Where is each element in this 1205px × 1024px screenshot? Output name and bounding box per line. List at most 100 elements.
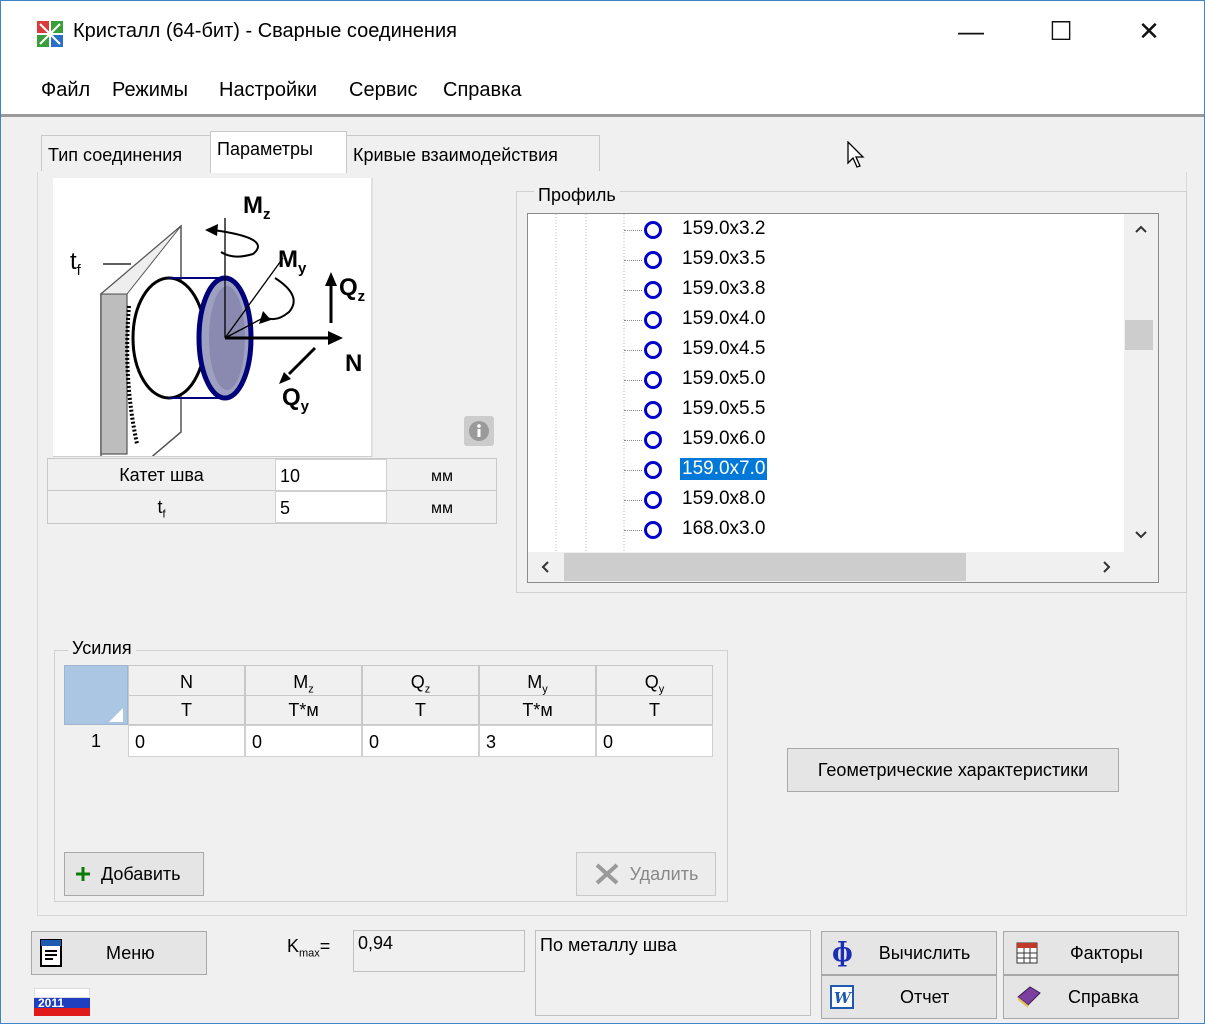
profile-item-label: 159.0x5.0	[682, 368, 766, 389]
help-book-icon	[1017, 986, 1041, 1008]
profile-item[interactable]: 168.0x3.0	[528, 516, 1118, 546]
profile-item[interactable]: 159.0x7.0	[528, 456, 1118, 486]
force-header-name: N	[180, 672, 193, 692]
menu-button[interactable]: Меню	[31, 931, 207, 975]
tree-hscrollbar[interactable]	[528, 552, 1158, 582]
profile-item[interactable]: 159.0x4.5	[528, 336, 1118, 366]
force-value-cell[interactable]: 0	[245, 725, 362, 757]
profile-item[interactable]: 159.0x6.0	[528, 426, 1118, 456]
row-number: 1	[64, 725, 128, 757]
param-value-tf[interactable]: 5	[275, 491, 387, 523]
profile-item[interactable]: 159.0x5.0	[528, 366, 1118, 396]
svg-text:W: W	[834, 989, 853, 1007]
scroll-right-button[interactable]	[1090, 552, 1124, 582]
tube-profile-icon	[644, 491, 662, 509]
maximize-button[interactable]: ☐	[1016, 1, 1106, 61]
profile-item[interactable]: 159.0x3.5	[528, 246, 1118, 276]
qy-label: Qy	[282, 384, 310, 415]
report-button-label: Отчет	[900, 986, 950, 1007]
scroll-up-button[interactable]	[1124, 214, 1158, 244]
help-button[interactable]: Справка	[1003, 975, 1179, 1019]
delete-x-icon	[595, 863, 618, 885]
tube-profile-icon	[644, 401, 662, 419]
tab-interaction-curves[interactable]: Кривые взаимодействия	[346, 135, 600, 171]
menu-help[interactable]: Справка	[443, 79, 521, 102]
plus-icon	[76, 867, 90, 881]
force-header[interactable]: My	[479, 665, 596, 697]
force-unit: Т	[128, 695, 245, 725]
profile-item[interactable]: 159.0x5.5	[528, 396, 1118, 426]
force-header-sub: y	[658, 683, 665, 696]
word-icon: W	[830, 985, 854, 1009]
tab-parameters[interactable]: Параметры	[210, 131, 347, 173]
info-icon	[469, 421, 489, 441]
force-unit: Т	[362, 695, 479, 725]
year-badge: 2011	[34, 988, 90, 1016]
info-button[interactable]	[464, 416, 494, 446]
chevron-right-icon	[1103, 561, 1111, 573]
profile-item-label: 159.0x8.0	[682, 488, 766, 509]
profile-item[interactable]: 159.0x8.0	[528, 486, 1118, 516]
tube-profile-icon	[644, 311, 662, 329]
factors-button[interactable]: Факторы	[1003, 931, 1179, 975]
profile-item[interactable]: 159.0x4.0	[528, 306, 1118, 336]
tree-branch-line	[624, 290, 642, 291]
force-header[interactable]: Qz	[362, 665, 479, 697]
weld-diagram: tf Mz My Qz N Qy	[53, 178, 373, 502]
profile-tree[interactable]: 159.0x3.2 159.0x3.5 159.0x3.8 159.0x4.0 159.…	[527, 213, 1159, 583]
help-button-label: Справка	[1068, 986, 1139, 1007]
profile-item[interactable]: 159.0x3.2	[528, 216, 1118, 246]
tree-vscrollbar[interactable]	[1124, 214, 1158, 554]
window-title: Кристалл (64-бит) - Сварные соединения	[73, 20, 457, 42]
parameters-panel: tf Mz My Qz N Qy Катет шва 10 мм tf 5 мм	[37, 172, 1187, 916]
tree-branch-line	[624, 380, 642, 381]
add-button[interactable]: Добавить	[64, 852, 204, 896]
force-value-cell[interactable]: 3	[479, 725, 596, 757]
weld-diagram-drawing	[99, 218, 343, 502]
tube-profile-icon	[644, 341, 662, 359]
force-unit: Т	[596, 695, 713, 725]
hscroll-thumb[interactable]	[564, 553, 966, 581]
minimize-button[interactable]: —	[926, 1, 1016, 61]
close-button[interactable]: ✕	[1104, 1, 1194, 61]
param-unit-tf: мм	[431, 500, 453, 517]
tree-branch-line	[624, 530, 642, 531]
profile-item[interactable]: 159.0x3.8	[528, 276, 1118, 306]
force-value-cell[interactable]: 0	[596, 725, 713, 757]
menu-modes[interactable]: Режимы	[112, 79, 188, 102]
tab-connection-type[interactable]: Тип соединения	[41, 135, 211, 171]
tree-branch-line	[624, 350, 642, 351]
force-header-sub: y	[542, 683, 548, 696]
chevron-left-icon	[541, 561, 549, 573]
params-grid: Катет шва 10 мм tf 5 мм	[47, 458, 497, 524]
force-unit: Т*м	[479, 695, 596, 725]
force-header-name: M	[527, 672, 543, 692]
delete-button-label: Удалить	[629, 863, 699, 884]
vscroll-thumb[interactable]	[1125, 320, 1153, 350]
tube-profile-icon	[644, 461, 662, 479]
kmax-value-field: 0,94	[353, 930, 525, 972]
profile-item-label: 159.0x5.5	[682, 398, 766, 419]
force-value-cell[interactable]: 0	[128, 725, 245, 757]
menu-file[interactable]: Файл	[41, 79, 90, 102]
force-value-cell[interactable]: 0	[362, 725, 479, 757]
force-header[interactable]: N	[128, 665, 245, 697]
scroll-left-button[interactable]	[528, 552, 562, 582]
calculate-button[interactable]: ɸ Вычислить	[821, 931, 997, 975]
profile-item-label: 159.0x4.5	[682, 338, 766, 359]
report-button[interactable]: W Отчет	[821, 975, 997, 1019]
delete-button[interactable]: Удалить	[576, 852, 716, 896]
grid-corner[interactable]	[64, 665, 128, 725]
qz-label: Qz	[339, 274, 366, 305]
profile-item-label: 159.0x3.2	[682, 218, 766, 239]
param-value-leg[interactable]: 10	[275, 459, 387, 491]
mz-label: Mz	[243, 192, 271, 223]
force-header[interactable]: Qy	[596, 665, 713, 697]
menu-settings[interactable]: Настройки	[219, 79, 317, 102]
force-header-name: Q	[410, 672, 425, 692]
scroll-down-button[interactable]	[1124, 520, 1158, 550]
param-label-leg: Катет шва	[48, 459, 275, 491]
geometric-characteristics-button[interactable]: Геометрические характеристики	[787, 748, 1119, 792]
force-header[interactable]: Mz	[245, 665, 362, 697]
menu-service[interactable]: Сервис	[349, 79, 418, 102]
